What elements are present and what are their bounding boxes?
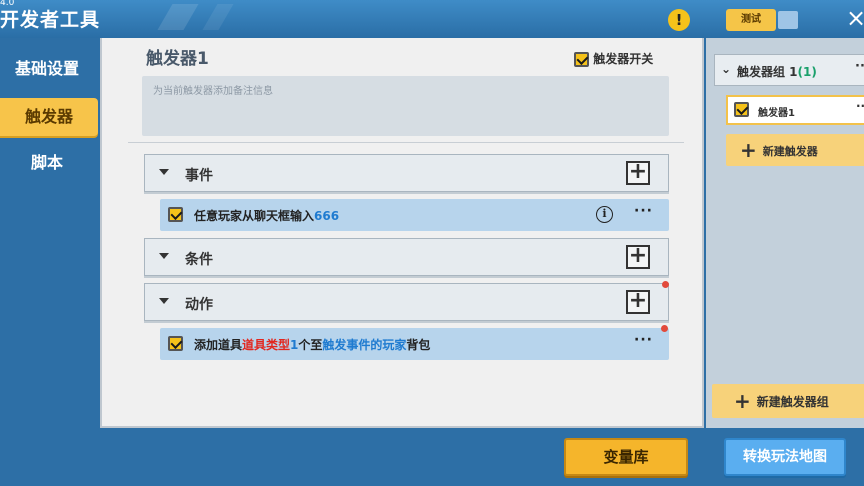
event-value[interactable]: 666: [314, 209, 339, 223]
add-condition-button[interactable]: +: [626, 245, 650, 269]
caret-down-icon[interactable]: [159, 298, 169, 304]
more-icon[interactable]: ···: [634, 203, 653, 219]
trigger-item-label: 触发器1: [758, 108, 795, 119]
sidebar-item-scripts[interactable]: 脚本: [0, 144, 94, 182]
note-input[interactable]: 为当前触发器添加备注信息: [142, 76, 669, 136]
close-icon[interactable]: ×: [846, 3, 864, 33]
trigger-list-item[interactable]: 触发器1 ···: [726, 95, 864, 125]
title-decoration: [202, 4, 234, 30]
trigger-switch[interactable]: 触发器开关: [574, 50, 653, 67]
info-icon[interactable]: i: [596, 206, 613, 223]
test-toggle-label: 测试: [726, 9, 776, 31]
warning-icon[interactable]: !: [668, 9, 690, 31]
trigger-group-label: 触发器组 1(1): [737, 65, 817, 79]
notification-dot: [662, 281, 669, 288]
event-row[interactable]: 任意玩家从聊天框输入666 i ···: [160, 199, 669, 231]
title-decoration: [157, 4, 199, 30]
checkbox-icon[interactable]: [168, 336, 183, 351]
new-trigger-button[interactable]: + 新建触发器: [726, 134, 864, 166]
section-event[interactable]: 事件 +: [144, 154, 669, 192]
toggle-knob: [778, 11, 798, 29]
title-bar: 4.0 开发者工具 ! 测试 ×: [0, 0, 864, 38]
more-icon[interactable]: ···: [856, 99, 864, 113]
sidebar-item-triggers[interactable]: 触发器: [0, 98, 98, 136]
checkbox-icon[interactable]: [168, 207, 183, 222]
action-text: 添加道具道具类型1个至触发事件的玩家背包: [194, 338, 431, 352]
event-text: 任意玩家从聊天框输入666: [194, 209, 340, 223]
plus-icon: +: [734, 389, 751, 413]
section-condition-label: 条件: [185, 252, 213, 268]
chevron-down-icon[interactable]: ⌄: [721, 62, 731, 76]
caret-down-icon[interactable]: [159, 169, 169, 175]
item-type-param[interactable]: 道具类型: [242, 338, 290, 352]
divider: [128, 142, 684, 143]
sidebar: 基础设置 触发器 脚本: [0, 38, 98, 486]
section-action[interactable]: 动作 +: [144, 281, 669, 321]
trigger-switch-label: 触发器开关: [593, 52, 654, 66]
trigger-group-header[interactable]: ⌄ 触发器组 1(1) ···: [714, 54, 864, 86]
app-title: 开发者工具: [0, 9, 101, 31]
sidebar-item-basic-settings[interactable]: 基础设置: [0, 50, 94, 88]
checkbox-icon[interactable]: [734, 102, 749, 117]
plus-icon: +: [740, 138, 757, 162]
note-placeholder: 为当前触发器添加备注信息: [153, 86, 273, 97]
trigger-title: 触发器1: [146, 49, 209, 69]
more-icon[interactable]: ···: [634, 332, 653, 348]
caret-down-icon[interactable]: [159, 253, 169, 259]
section-event-label: 事件: [185, 168, 213, 184]
section-condition[interactable]: 条件 +: [144, 238, 669, 276]
target-player-param[interactable]: 触发事件的玩家: [322, 338, 406, 352]
variables-button[interactable]: 变量库: [564, 438, 688, 476]
add-action-button[interactable]: +: [626, 290, 650, 314]
notification-dot: [661, 325, 668, 332]
checkbox-icon[interactable]: [574, 52, 589, 67]
switch-map-button[interactable]: 转换玩法地图: [724, 438, 846, 476]
section-action-label: 动作: [185, 297, 213, 313]
new-trigger-group-button[interactable]: + 新建触发器组: [712, 384, 864, 418]
add-event-button[interactable]: +: [626, 161, 650, 185]
trigger-editor: 触发器1 触发器开关 为当前触发器添加备注信息 事件 + 任意玩家从聊天框输入6…: [100, 38, 704, 428]
action-row[interactable]: 添加道具道具类型1个至触发事件的玩家背包 ···: [160, 325, 669, 360]
trigger-list-panel: ⌄ 触发器组 1(1) ··· 触发器1 ··· +新建触发器 +新建触发器组: [706, 38, 864, 428]
more-icon[interactable]: ···: [855, 59, 864, 74]
test-toggle[interactable]: 测试: [726, 9, 798, 31]
